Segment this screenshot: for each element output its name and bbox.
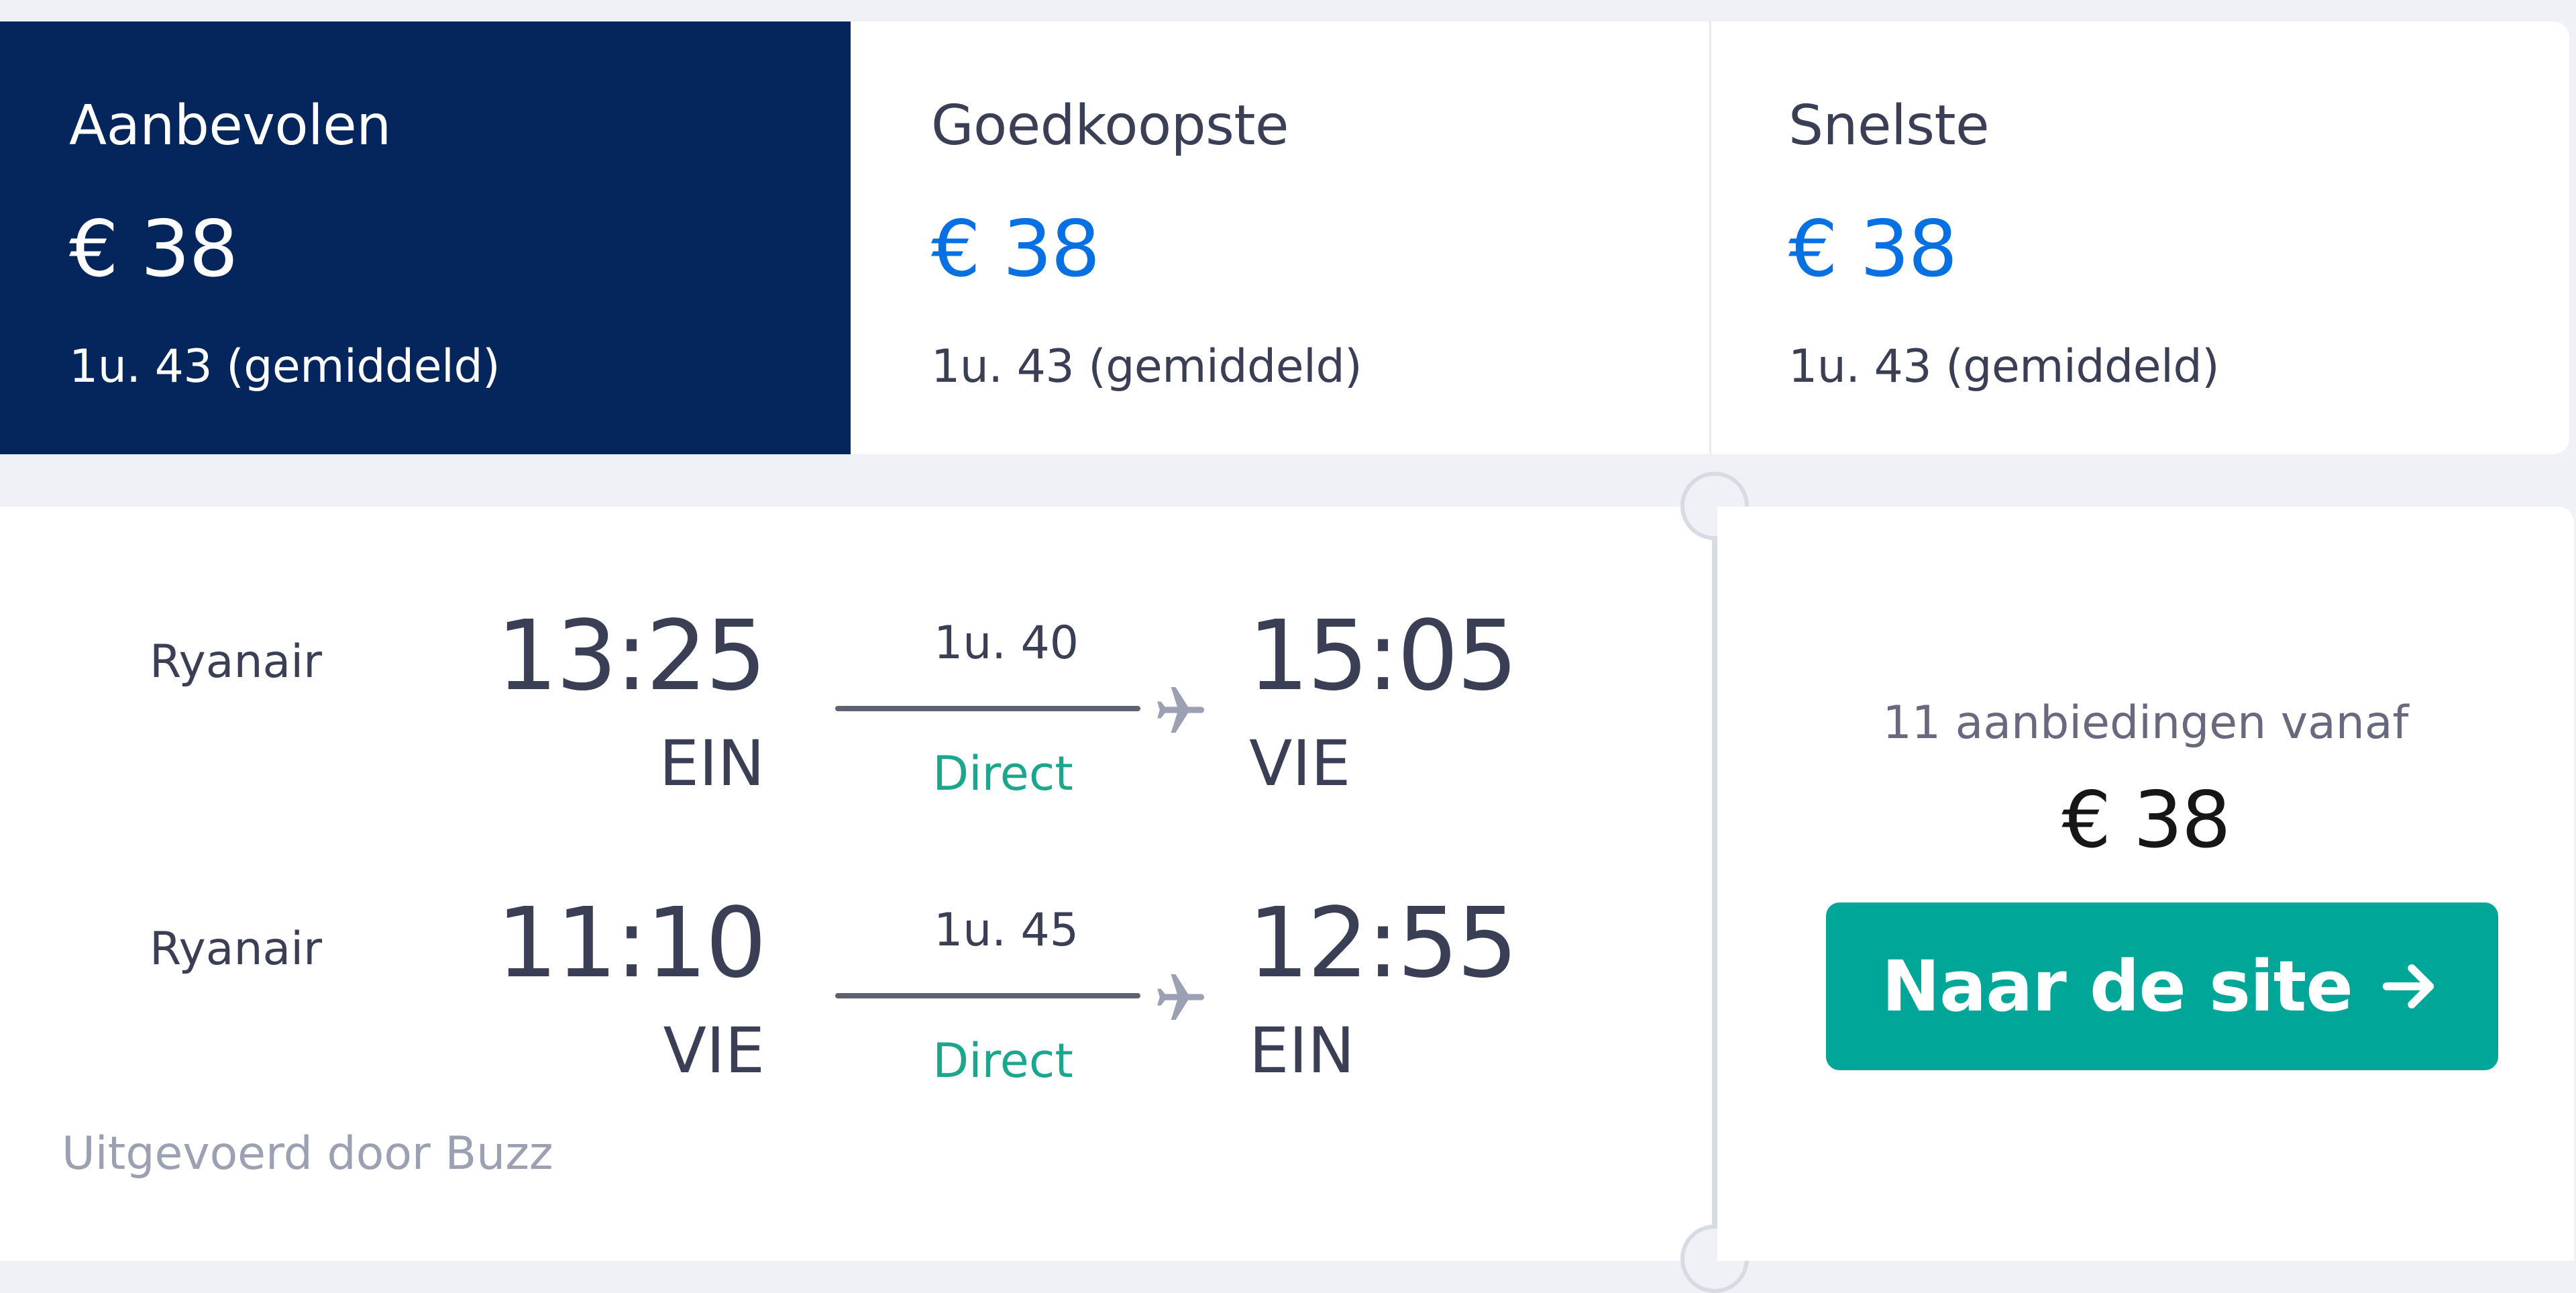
sort-tabs: Aanbevolen € 38 1u. 43 (gemiddeld) Goedk…	[0, 21, 2569, 454]
arrival-time: 15:05	[1248, 599, 1518, 712]
arrival-airport-code: VIE	[1249, 727, 1351, 800]
deal-price: € 38	[2061, 775, 2231, 866]
departure-time: 11:10	[496, 886, 767, 999]
tab-recommended[interactable]: Aanbevolen € 38 1u. 43 (gemiddeld)	[0, 21, 851, 454]
flight-leg-outbound: Ryanair 13:25 EIN 1u. 40 Direct 15:05 VI…	[0, 588, 1712, 803]
tab-fastest[interactable]: Snelste € 38 1u. 43 (gemiddeld)	[1711, 21, 2569, 454]
tab-duration: 1u. 43 (gemiddeld)	[69, 340, 500, 393]
card-divider	[1712, 507, 1717, 1261]
departure-airport-code: VIE	[663, 1015, 765, 1088]
tab-label: Goedkoopste	[931, 94, 1289, 158]
tab-label: Aanbevolen	[69, 94, 391, 158]
stops-label: Direct	[932, 1033, 1073, 1088]
arrow-right-icon	[2382, 964, 2434, 1008]
go-to-site-button[interactable]: Naar de site	[1826, 902, 2498, 1070]
tab-cheapest[interactable]: Goedkoopste € 38 1u. 43 (gemiddeld)	[851, 21, 1711, 454]
route-line	[835, 706, 1140, 711]
stops-label: Direct	[932, 746, 1073, 801]
tab-price: € 38	[69, 204, 238, 295]
flight-leg-return: Ryanair 11:10 VIE 1u. 45 Direct 12:55 EI…	[0, 876, 1712, 1090]
operated-by-text: Uitgevoerd door Buzz	[62, 1127, 553, 1180]
airline-name: Ryanair	[150, 923, 323, 976]
tab-duration: 1u. 43 (gemiddeld)	[931, 340, 1362, 393]
flight-duration: 1u. 45	[933, 904, 1079, 957]
arrival-airport-code: EIN	[1249, 1015, 1355, 1088]
flight-duration: 1u. 40	[933, 617, 1079, 670]
button-label: Naar de site	[1882, 945, 2353, 1027]
departure-airport-code: EIN	[659, 727, 765, 800]
price-panel: 11 aanbiedingen vanaf € 38 Naar de site	[1717, 507, 2574, 1261]
tab-price: € 38	[1788, 204, 1957, 295]
plane-icon	[1157, 686, 1205, 733]
tab-label: Snelste	[1788, 94, 1990, 158]
airline-name: Ryanair	[150, 635, 323, 688]
plane-icon	[1157, 974, 1205, 1021]
departure-time: 13:25	[496, 599, 767, 712]
flight-legs-panel[interactable]: Ryanair 13:25 EIN 1u. 40 Direct 15:05 VI…	[0, 507, 1712, 1261]
tab-duration: 1u. 43 (gemiddeld)	[1788, 340, 2220, 393]
route-line	[835, 993, 1140, 998]
deals-count-text: 11 aanbiedingen vanaf	[1882, 696, 2409, 749]
arrival-time: 12:55	[1248, 886, 1518, 999]
tab-price: € 38	[931, 204, 1100, 295]
flight-result-card[interactable]: Ryanair 13:25 EIN 1u. 40 Direct 15:05 VI…	[0, 472, 2574, 1293]
